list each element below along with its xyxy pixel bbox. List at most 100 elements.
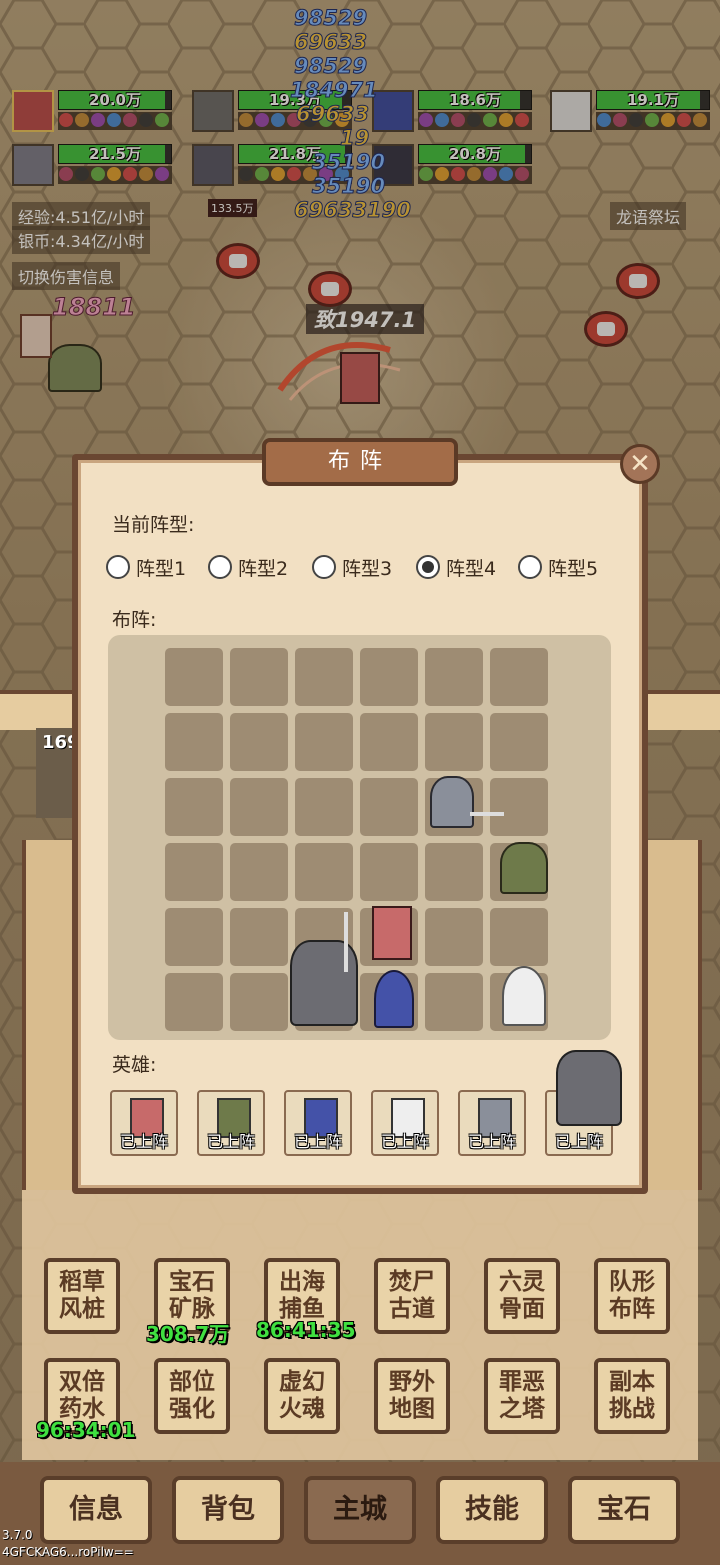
menu-button-label: 罪恶之塔 [499,1369,545,1422]
radio-label: 阵型1 [136,557,187,580]
radio-label: 阵型3 [342,557,393,580]
menu-button-label: 宝石矿脉 [169,1269,215,1322]
radio-circle [416,555,440,579]
nav-tab-1[interactable]: 信息 [40,1476,152,1544]
nav-tab-4[interactable]: 技能 [436,1476,548,1544]
nav-tab-5[interactable]: 宝石 [568,1476,680,1544]
nav-tab-3[interactable]: 主城 [304,1476,416,1544]
grid-cell[interactable] [230,648,288,706]
knight-unit-icon[interactable] [430,776,474,828]
menu-button-label: 野外地图 [389,1369,435,1422]
grid-cell[interactable] [165,973,223,1031]
sword-icon [470,812,504,816]
formation-radio-3[interactable]: 阵型3 [312,553,392,581]
wizard-unit-icon[interactable] [374,970,414,1028]
menu-badge: 86:41:35 [256,1318,356,1342]
grid-cell[interactable] [425,648,483,706]
grid-cell[interactable] [360,713,418,771]
grid-cell[interactable] [295,713,353,771]
radio-label: 阵型5 [548,557,599,580]
priest-unit-icon[interactable] [502,966,546,1026]
menu-button-row1-4[interactable]: 焚尸古道 [374,1258,450,1334]
menu-button-row1-1[interactable]: 稻草风桩 [44,1258,120,1334]
hero-slot[interactable]: 已上阵 [371,1090,439,1156]
nav-tab-2[interactable]: 背包 [172,1476,284,1544]
grid-cell[interactable] [230,713,288,771]
grid-cell[interactable] [165,908,223,966]
hero-slot[interactable]: 已上阵 [284,1090,352,1156]
grid-cell[interactable] [490,648,548,706]
grid-cell[interactable] [230,778,288,836]
background-panel-right [648,840,702,1190]
menu-button-label: 双倍药水 [59,1369,105,1422]
hero-status: 已上阵 [467,1132,516,1151]
hero-status: 已上阵 [206,1132,255,1151]
hero-slot[interactable]: 已上阵 [110,1090,178,1156]
menu-button-label: 焚尸古道 [389,1269,435,1322]
hero-slot[interactable]: 已上阵 [458,1090,526,1156]
radio-label: 阵型4 [446,557,497,580]
hero-status: 已上阵 [293,1132,342,1151]
grid-cell[interactable] [425,973,483,1031]
grid-cell[interactable] [360,778,418,836]
background-panel-left [22,840,76,1190]
grid-cell[interactable] [425,843,483,901]
hero-status: 已上阵 [554,1132,603,1151]
grid-cell[interactable] [295,648,353,706]
menu-button-row2-5[interactable]: 罪恶之塔 [484,1358,560,1434]
heroes-label: 英雄: [112,1054,157,1076]
close-icon[interactable]: ✕ [620,444,660,484]
grid-cell[interactable] [165,713,223,771]
radio-label: 阵型2 [238,557,289,580]
dialog-title: 布阵 [262,438,458,486]
grid-cell[interactable] [165,648,223,706]
grid-cell[interactable] [490,908,548,966]
radio-circle [312,555,336,579]
grid-cell[interactable] [230,843,288,901]
menu-button-label: 稻草风桩 [59,1269,105,1322]
menu-button-row1-5[interactable]: 六灵骨面 [484,1258,560,1334]
grid-cell[interactable] [165,778,223,836]
menu-button-row2-3[interactable]: 虚幻火魂 [264,1358,340,1434]
menu-button-row1-6[interactable]: 队形布阵 [594,1258,670,1334]
grid-cell[interactable] [490,778,548,836]
grid-cell[interactable] [490,713,548,771]
hero-status: 已上阵 [119,1132,168,1151]
swordswoman-unit-icon[interactable] [372,906,412,960]
menu-button-row2-4[interactable]: 野外地图 [374,1358,450,1434]
menu-button-row2-6[interactable]: 副本挑战 [594,1358,670,1434]
formation-radio-2[interactable]: 阵型2 [208,553,288,581]
radio-circle [208,555,232,579]
menu-badge: 96:34:01 [36,1418,136,1442]
hero-slot[interactable]: 已上阵 [197,1090,265,1156]
radio-circle [106,555,130,579]
menu-badge: 308.7万 [146,1322,230,1346]
version-label: 3.7.0 [2,1528,33,1542]
menu-button-row2-2[interactable]: 部位强化 [154,1358,230,1434]
lancer-portrait-icon [556,1050,622,1126]
grid-cell[interactable] [165,843,223,901]
formation-radio-4[interactable]: 阵型4 [416,553,496,581]
menu-button-label: 六灵骨面 [499,1269,545,1322]
grid-cell[interactable] [230,973,288,1031]
radio-circle [518,555,542,579]
grid-cell[interactable] [360,843,418,901]
grid-cell[interactable] [295,778,353,836]
goblin-unit-icon[interactable] [500,842,548,894]
menu-button-label: 出海捕鱼 [279,1269,325,1322]
grid-cell[interactable] [360,648,418,706]
grid-cell[interactable] [230,908,288,966]
menu-button-label: 副本挑战 [609,1369,655,1422]
formation-radio-1[interactable]: 阵型1 [106,553,186,581]
menu-button-label: 虚幻火魂 [279,1369,325,1422]
grid-cell[interactable] [295,843,353,901]
current-formation-label: 当前阵型: [112,514,195,536]
menu-button-label: 部位强化 [169,1369,215,1422]
menu-button-label: 队形布阵 [609,1269,655,1322]
grid-cell[interactable] [425,908,483,966]
formation-radio-5[interactable]: 阵型5 [518,553,598,581]
grid-cell[interactable] [425,713,483,771]
grid-label: 布阵: [112,609,157,631]
lance-icon [344,912,348,972]
hero-status: 已上阵 [380,1132,429,1151]
